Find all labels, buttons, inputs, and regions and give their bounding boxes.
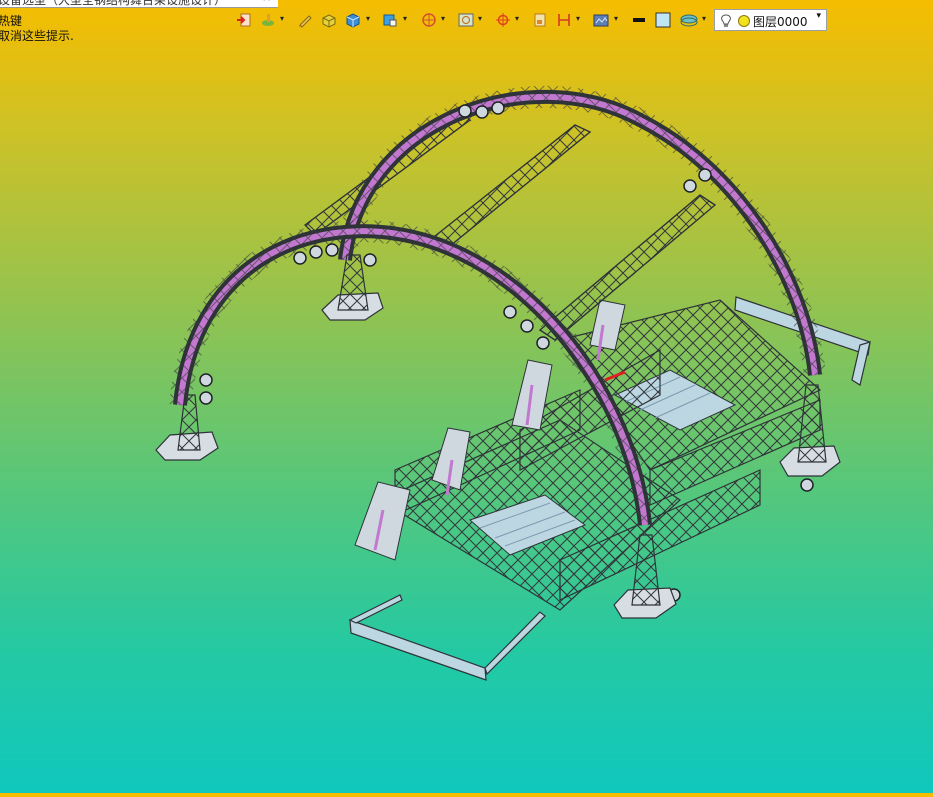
render-dropdown-icon[interactable]: ▾ [614,14,618,23]
layers-dropdown-icon[interactable]: ▾ [702,14,706,23]
document-tab[interactable]: 设备选型（大型全钢结构舞台架设施设计） × [0,0,278,8]
tab-close-icon[interactable]: × [262,0,271,4]
render-icon[interactable] [592,11,610,29]
line-color-icon[interactable] [630,11,648,29]
pen-icon[interactable] [296,11,314,29]
stage-structure-model [155,85,871,681]
dimension-icon[interactable] [555,11,573,29]
page-icon[interactable] [531,11,549,29]
sphere-dropdown-icon[interactable]: ▾ [441,14,445,23]
cube-dropdown-icon[interactable]: ▾ [403,14,407,23]
target-dropdown-icon[interactable]: ▾ [515,14,519,23]
layer-name: 图层0000 [753,15,808,29]
paint-icon[interactable] [259,11,277,29]
cad-viewport[interactable] [0,35,933,793]
paint-dropdown-icon[interactable]: ▾ [280,14,284,23]
exit-icon[interactable] [235,11,253,29]
layer-freeze-icon[interactable] [737,13,751,32]
cube-blue-icon[interactable] [381,11,399,29]
image-icon[interactable] [457,11,475,29]
box-icon[interactable] [344,11,362,29]
image-dropdown-icon[interactable]: ▾ [478,14,482,23]
fill-color-icon[interactable] [654,11,672,29]
block-icon[interactable] [320,11,338,29]
sphere-icon[interactable] [420,11,438,29]
document-tab-title: 设备选型（大型全钢结构舞台架设施设计） [0,0,227,7]
layer-dropdown-icon[interactable]: ▾ [816,11,821,21]
box-dropdown-icon[interactable]: ▾ [366,14,370,23]
front-base-frame [348,594,546,681]
layers-icon[interactable] [680,11,698,29]
layer-visibility-icon[interactable] [720,13,732,32]
dimension-dropdown-icon[interactable]: ▾ [576,14,580,23]
target-icon[interactable] [494,11,512,29]
layer-selector[interactable]: 图层0000 ▾ [714,9,827,31]
